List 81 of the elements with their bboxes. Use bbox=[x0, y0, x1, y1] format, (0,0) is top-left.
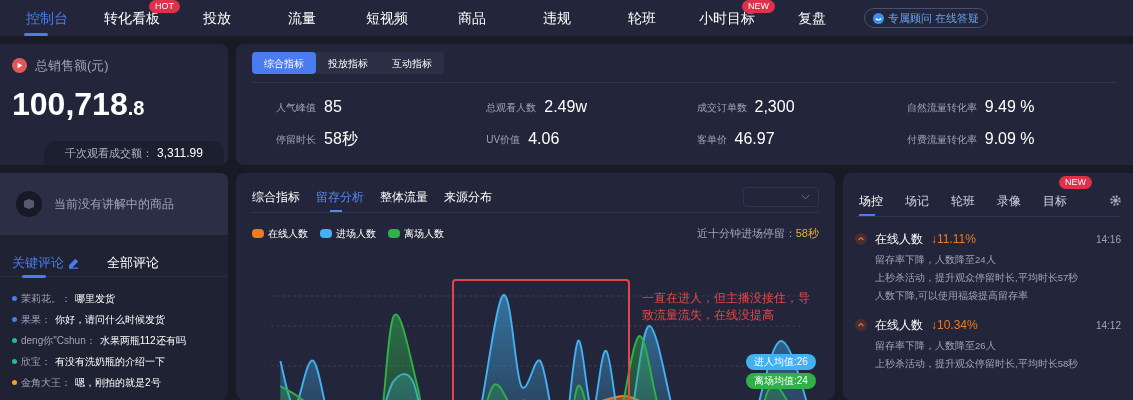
log-tab[interactable]: 录像 bbox=[997, 185, 1021, 216]
log-note: 人数下降,可以使用福袋提高留存率 bbox=[875, 289, 1029, 303]
per-thousand-label: 千次观看成交额： bbox=[65, 145, 154, 161]
nav-tab[interactable]: 轮班 bbox=[599, 0, 684, 36]
metric-label: 付费流量转化率 bbox=[906, 132, 977, 147]
comment-user: 果果： bbox=[21, 313, 51, 327]
metric-label: 停留时长 bbox=[276, 132, 316, 147]
log-change: ↓11.11% bbox=[931, 231, 976, 248]
metric-label: UV价值 bbox=[486, 132, 521, 147]
log-tab[interactable]: 轮班 bbox=[951, 185, 975, 216]
metric-value: 4.06 bbox=[528, 129, 560, 149]
comment-user: deng你"Cshun： bbox=[21, 334, 96, 348]
analysis-tab[interactable]: 整体流量 bbox=[380, 181, 428, 212]
stay-value: 58秒 bbox=[795, 226, 819, 241]
per-thousand-value: 3,311.99 bbox=[157, 145, 203, 162]
sales-value: 100,718 bbox=[12, 85, 128, 122]
log-note: 上秒杀活动，提升观众停留时长,平均时长57秒 bbox=[875, 271, 1080, 285]
chevron-down-icon bbox=[801, 193, 810, 200]
log-note: 留存率下降，人数降至26人 bbox=[875, 339, 997, 353]
metrics-tab[interactable]: 综合指标 bbox=[252, 52, 316, 74]
play-circle-icon bbox=[12, 58, 27, 74]
average-tag: 离场均值:24 bbox=[746, 372, 816, 389]
log-title: 在线人数 bbox=[875, 317, 923, 334]
comment-text: 哪里发货 bbox=[75, 292, 115, 306]
annotation-text: 一直在进人，但主播没接住，导致流量流失，在线没提高 bbox=[642, 289, 811, 324]
stay-label: 近十分钟进场停留： bbox=[696, 226, 796, 241]
collapse-icon[interactable] bbox=[855, 319, 867, 331]
log-time: 14:12 bbox=[1095, 318, 1121, 333]
comment-user: 欣宝： bbox=[21, 355, 51, 369]
comment-text: 水果两瓶112还有吗 bbox=[99, 334, 186, 348]
metric-value: 58秒 bbox=[324, 129, 358, 149]
legend-label: 进场人数 bbox=[336, 226, 376, 241]
metric-value: 2,300 bbox=[754, 97, 795, 117]
badge: NEW bbox=[1059, 175, 1092, 189]
legend-label: 在线人数 bbox=[268, 226, 308, 241]
analysis-tab[interactable]: 来源分布 bbox=[444, 181, 492, 212]
pencil-icon bbox=[68, 257, 79, 269]
log-time: 14:16 bbox=[1095, 232, 1121, 247]
metric-value: 85 bbox=[324, 97, 342, 117]
chat-icon bbox=[873, 12, 884, 24]
metric-value: 9.49 % bbox=[984, 97, 1035, 117]
badge: HOT bbox=[149, 0, 180, 13]
settings-icon[interactable] bbox=[1110, 195, 1121, 206]
analysis-tab[interactable]: 综合指标 bbox=[252, 181, 300, 212]
analysis-tab[interactable]: 留存分析 bbox=[316, 181, 364, 212]
metric-value: 2.49w bbox=[544, 97, 587, 117]
nav-tab[interactable]: 流量 bbox=[259, 0, 344, 36]
nav-tab[interactable]: 违规 bbox=[514, 0, 599, 36]
metric-label: 总观看人数 bbox=[486, 100, 537, 115]
metric-value: 46.97 bbox=[734, 129, 775, 149]
comment-tab[interactable]: 关键评论 bbox=[12, 251, 79, 275]
comment-user: 金角大王： bbox=[21, 376, 71, 390]
log-tab[interactable]: 场记 bbox=[905, 185, 929, 216]
metric-label: 自然流量转化率 bbox=[906, 100, 977, 115]
product-empty-text: 当前没有讲解中的商品 bbox=[54, 196, 174, 213]
comment-tab[interactable]: 全部评论 bbox=[107, 251, 159, 275]
comment-text: 嗯，刚拍的就是2号 bbox=[75, 376, 161, 390]
sales-decimal: .8 bbox=[127, 96, 145, 119]
nav-tab[interactable]: 控制台 bbox=[4, 0, 89, 36]
nav-tab[interactable]: 商品 bbox=[429, 0, 514, 36]
comment-text: 有没有洗奶瓶的介绍一下 bbox=[55, 355, 165, 369]
legend-label: 离场人数 bbox=[404, 226, 444, 241]
sales-label: 总销售额(元) bbox=[35, 57, 109, 75]
metric-label: 成交订单数 bbox=[696, 100, 747, 115]
collapse-icon[interactable] bbox=[855, 233, 867, 245]
log-change: ↓10.34% bbox=[931, 317, 978, 334]
metric-label: 人气峰值 bbox=[276, 100, 316, 115]
log-note: 留存率下降，人数降至24人 bbox=[875, 253, 997, 267]
log-tab[interactable]: 场控 bbox=[859, 185, 883, 216]
log-title: 在线人数 bbox=[875, 231, 923, 248]
metrics-tab[interactable]: 互动指标 bbox=[380, 52, 444, 74]
nav-tab[interactable]: 短视频 bbox=[344, 0, 429, 36]
metric-value: 9.09 % bbox=[984, 129, 1035, 149]
badge: NEW bbox=[742, 0, 775, 13]
box-icon bbox=[23, 198, 35, 210]
comment-user: 茉莉花。： bbox=[21, 292, 71, 306]
average-tag: 进人均值:26 bbox=[746, 353, 816, 370]
metrics-tab[interactable]: 投放指标 bbox=[316, 52, 380, 74]
metric-label: 客单价 bbox=[696, 132, 727, 147]
log-note: 上秒杀活动，提升观众停留时长,平均时长58秒 bbox=[875, 357, 1080, 371]
comment-text: 你好，请问什么时候发货 bbox=[55, 313, 165, 327]
